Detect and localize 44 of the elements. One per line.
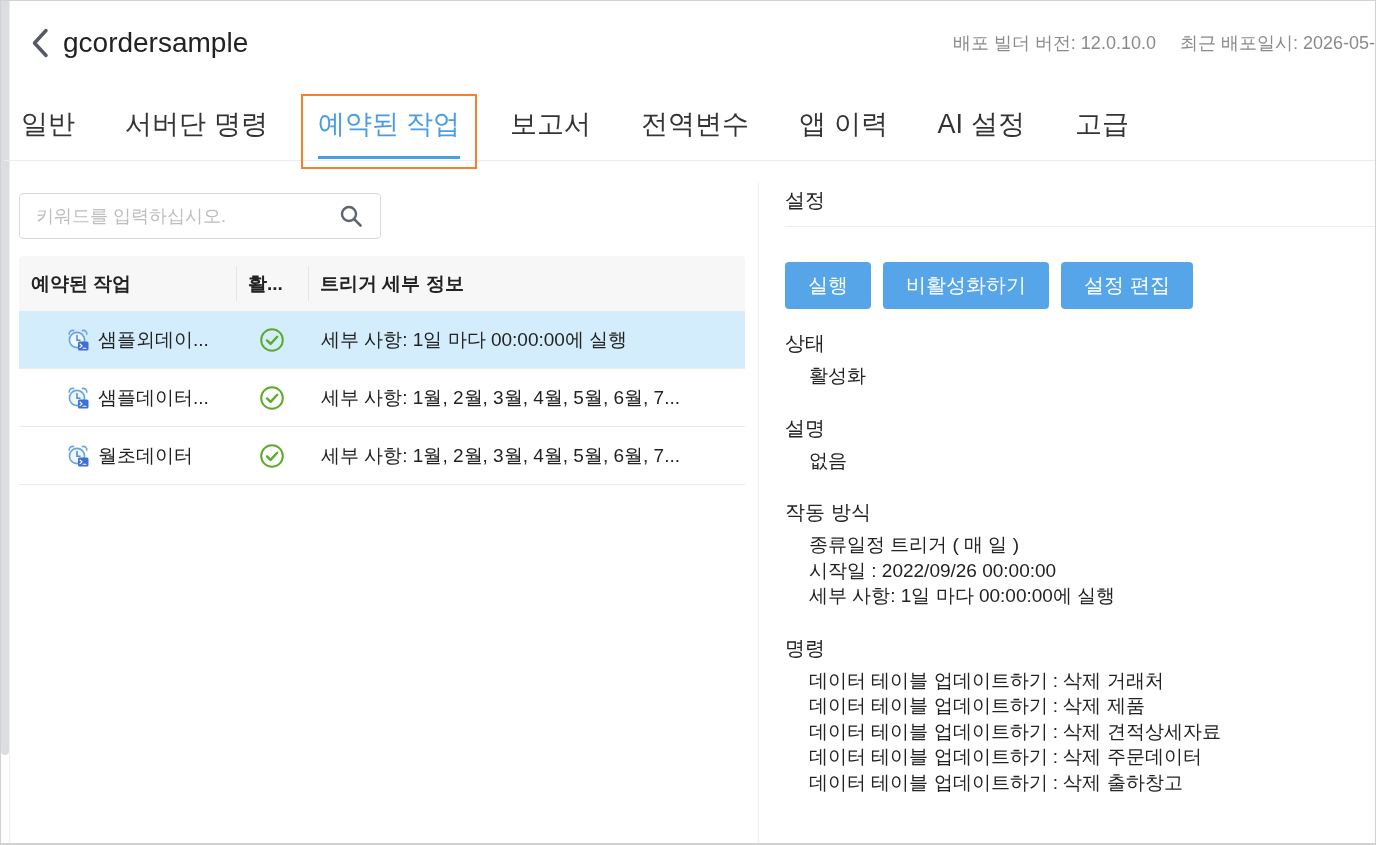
section-value: 세부 사항: 1일 마다 00:00:00에 실행 [809, 584, 1116, 608]
app-title: gcordersample [63, 27, 249, 59]
tab[interactable]: 고급 [1057, 94, 1146, 169]
build-version-text: 배포 빌더 버전: 12.0.10.0 [952, 32, 1156, 55]
alarm-clock-icon [67, 386, 89, 409]
tab[interactable]: 보고서 [493, 94, 609, 169]
section-label: 명령 [785, 635, 825, 661]
column-header[interactable]: 트리거 세부 정보 [320, 270, 464, 297]
section-value: 활성화 [809, 364, 866, 388]
section-label: 작동 방식 [785, 500, 871, 525]
section-value: 시작일 : 2022/09/26 00:00:00 [809, 558, 1057, 583]
last-deploy-text: 최근 배포일시: 2026-05- [1179, 32, 1375, 55]
alarm-clock-icon [67, 444, 89, 467]
trigger-detail: 세부 사항: 1일 마다 00:00:00에 실행 [321, 327, 628, 352]
task-name: 월초데이터 [98, 443, 193, 468]
trigger-detail: 세부 사항: 1월, 2월, 3월, 4월, 5월, 6월, 7... [321, 385, 680, 410]
tab[interactable]: 앱 이력 [782, 94, 905, 169]
section-value: 데이터 테이블 업데이트하기 : 삭제 주문데이터 [809, 745, 1202, 769]
section-label: 설명 [785, 415, 825, 441]
section-value: 데이터 테이블 업데이트하기 : 삭제 출하창고 [809, 770, 1183, 795]
section-label: 상태 [785, 331, 825, 356]
tab[interactable]: 서버단 명령 [108, 94, 285, 169]
back-icon[interactable] [31, 28, 49, 58]
section-value: 종류일정 트리거 ( 매 일 ) [809, 533, 1020, 557]
alarm-clock-icon [67, 328, 89, 351]
tab[interactable]: 전역변수 [624, 94, 767, 169]
column-header[interactable]: 활... [248, 270, 283, 297]
table-row[interactable]: 월초데이터 세부 사항: 1월, 2월, 3월, 4월, 5월, 6월, 7... [19, 427, 745, 485]
task-name: 샘플외데이... [98, 327, 209, 352]
search-icon[interactable] [340, 205, 362, 227]
tab[interactable]: AI 설정 [920, 94, 1042, 169]
tab[interactable]: 일반 [4, 94, 92, 169]
section-value: 데이터 테이블 업데이트하기 : 삭제 제품 [809, 694, 1145, 718]
section-value: 데이터 테이블 업데이트하기 : 삭제 거래처 [809, 668, 1164, 693]
task-name: 샘플데이터... [98, 385, 209, 410]
panel-title: 설정 [785, 183, 1375, 227]
table-row[interactable]: 샘플외데이... 세부 사항: 1일 마다 00:00:00에 실행 [19, 311, 745, 369]
section-value: 데이터 테이블 업데이트하기 : 삭제 견적상세자료 [809, 719, 1221, 744]
trigger-detail: 세부 사항: 1월, 2월, 3월, 4월, 5월, 6월, 7... [321, 443, 680, 468]
search-field[interactable]: 키워드를 입력하십시오. [19, 193, 381, 239]
table-row[interactable]: 샘플데이터... 세부 사항: 1월, 2월, 3월, 4월, 5월, 6월, 7... [19, 369, 745, 427]
scrollbar-thumb[interactable] [1, 1, 9, 755]
column-header[interactable]: 예약된 작업 [31, 270, 132, 297]
section-value: 없음 [809, 448, 847, 473]
